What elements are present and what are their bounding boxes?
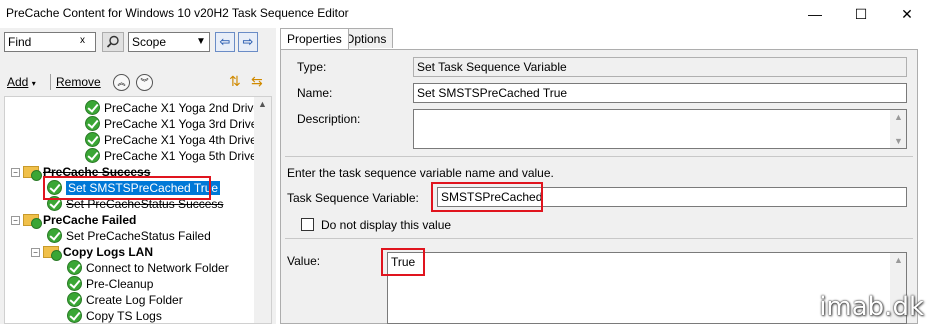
success-icon <box>67 292 82 307</box>
add-label: Add <box>7 75 29 89</box>
tree-item-label: Connect to Network Folder <box>86 261 229 275</box>
left-pane: Find x Scope ▼ ⇦ ⇨ Add ▾ Remove ︽ ︾ ⇅ ⇆ … <box>0 28 276 324</box>
tree-item-label: Set PreCacheStatus Failed <box>66 229 211 243</box>
double-chevron-down-icon: ︾ <box>140 78 149 87</box>
tab-properties[interactable]: Properties <box>280 28 349 49</box>
do-not-display-label: Do not display this value <box>321 218 452 232</box>
chevron-up-icon: ▲ <box>894 255 903 265</box>
double-chevron-up-icon: ︽ <box>117 78 126 87</box>
name-field[interactable]: Set SMSTSPreCached True <box>413 83 907 103</box>
toolbar-divider <box>50 74 51 90</box>
highlight-box <box>381 248 425 276</box>
find-button[interactable] <box>102 32 124 52</box>
description-label: Description: <box>297 112 361 126</box>
highlight-box <box>431 182 543 212</box>
find-clear-button[interactable]: x <box>80 35 85 46</box>
tree-item-label: PreCache X1 Yoga 5th Drivers <box>104 149 267 163</box>
expand-icon[interactable]: ⇆ <box>251 73 263 90</box>
folder-icon <box>23 214 42 229</box>
collapse-toggle[interactable]: − <box>31 248 40 257</box>
collapse-toggle[interactable]: − <box>11 168 20 177</box>
description-field[interactable] <box>413 109 907 149</box>
tree-group[interactable]: − Copy Logs LAN <box>31 244 153 261</box>
tree-item[interactable]: PreCache X1 Yoga 4th Drivers <box>85 132 267 148</box>
success-icon <box>67 260 82 275</box>
remove-button[interactable]: Remove <box>56 75 101 89</box>
chevron-down-icon: ▼ <box>196 36 206 47</box>
tree-item-label: Copy TS Logs <box>86 309 162 323</box>
folder-icon <box>23 166 42 181</box>
chevron-up-icon[interactable]: ▲ <box>258 99 267 109</box>
tree-group[interactable]: − PreCache Failed <box>11 212 137 229</box>
tree-item[interactable]: Create Log Folder <box>67 292 183 308</box>
tree-item[interactable]: Connect to Network Folder <box>67 260 229 276</box>
divider <box>285 156 913 157</box>
value-label: Value: <box>287 254 321 268</box>
title-bar: PreCache Content for Windows 10 v20H2 Ta… <box>0 0 930 28</box>
success-icon <box>67 308 82 323</box>
collapse-toggle[interactable]: − <box>11 216 20 225</box>
instruction-text: Enter the task sequence variable name an… <box>287 166 554 180</box>
name-label: Name: <box>297 86 333 100</box>
chevron-down-icon: ▼ <box>894 136 903 146</box>
tree-group-label: Copy Logs LAN <box>63 245 153 259</box>
tree-item-label: PreCache X1 Yoga 3rd Drivers <box>104 117 268 131</box>
right-pane: Properties Options Type: Set Task Sequen… <box>278 28 930 324</box>
move-up-button[interactable]: ︽ <box>113 74 130 91</box>
close-button[interactable]: ✕ <box>884 0 930 28</box>
success-icon <box>67 276 82 291</box>
search-icon <box>106 35 119 48</box>
minimize-button[interactable]: — <box>792 0 838 28</box>
task-sequence-tree[interactable]: PreCache X1 Yoga 2nd Drivers PreCache X1… <box>4 96 272 324</box>
tree-item[interactable]: PreCache X1 Yoga 2nd Drivers <box>85 100 270 116</box>
next-button[interactable]: ⇨ <box>238 32 258 52</box>
collapse-icon[interactable]: ⇅ <box>229 73 241 90</box>
highlight-box <box>43 176 211 200</box>
tree-item[interactable]: Set PreCacheStatus Failed <box>47 228 211 244</box>
arrow-right-icon: ⇨ <box>242 34 254 49</box>
tree-item[interactable]: PreCache X1 Yoga 5th Drivers <box>85 148 267 164</box>
tree-toolbar: Add ▾ Remove ︽ ︾ ⇅ ⇆ <box>0 70 276 94</box>
tree-item-label: Create Log Folder <box>86 293 183 307</box>
type-field: Set Task Sequence Variable <box>413 57 907 77</box>
tree-group-label: PreCache Failed <box>43 213 137 227</box>
chevron-up-icon: ▲ <box>894 112 903 122</box>
tree-scrollbar[interactable]: ▲ <box>254 97 271 323</box>
move-down-button[interactable]: ︾ <box>136 74 153 91</box>
tree-item-label: PreCache X1 Yoga 4th Drivers <box>104 133 267 147</box>
divider <box>285 238 913 239</box>
tree-item[interactable]: Copy TS Logs <box>67 308 162 323</box>
success-icon <box>85 132 100 147</box>
remove-label: Remove <box>56 75 101 89</box>
add-button[interactable]: Add ▾ <box>7 75 36 89</box>
tree-item[interactable]: PreCache X1 Yoga 3rd Drivers <box>85 116 267 132</box>
watermark: imab.dk <box>819 292 924 322</box>
do-not-display-checkbox[interactable] <box>301 218 314 231</box>
maximize-button[interactable]: ☐ <box>838 0 884 28</box>
window-title: PreCache Content for Windows 10 v20H2 Ta… <box>6 6 349 20</box>
tree-item-label: Pre-Cleanup <box>86 277 154 291</box>
previous-button[interactable]: ⇦ <box>215 32 235 52</box>
success-icon <box>85 148 100 163</box>
tree-item[interactable]: Pre-Cleanup <box>67 276 153 292</box>
success-icon <box>85 116 100 131</box>
properties-panel: Type: Set Task Sequence Variable Name: S… <box>280 49 918 324</box>
arrow-left-icon: ⇦ <box>219 34 231 49</box>
chevron-down-icon: ▾ <box>31 79 36 88</box>
success-icon <box>85 100 100 115</box>
success-icon <box>47 228 62 243</box>
tree-item-label: PreCache X1 Yoga 2nd Drivers <box>104 101 271 115</box>
variable-label: Task Sequence Variable: <box>287 191 419 205</box>
description-scrollbar[interactable]: ▲ ▼ <box>890 110 906 148</box>
type-label: Type: <box>297 60 327 74</box>
folder-icon <box>43 246 62 261</box>
